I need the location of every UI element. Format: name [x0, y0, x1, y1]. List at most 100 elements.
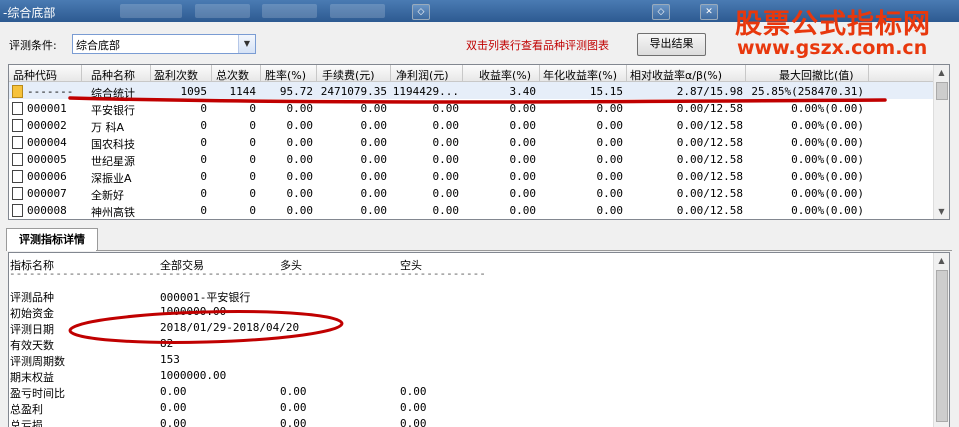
condition-select-value: 综合底部: [76, 39, 120, 52]
row-checkbox[interactable]: [12, 187, 23, 200]
watermark-url: www.gszx.com.cn: [737, 37, 928, 59]
cell-fee: 2471079.35: [320, 85, 387, 98]
column-header[interactable]: 收益率(%): [479, 67, 531, 83]
row-checkbox[interactable]: [12, 153, 23, 166]
table-row[interactable]: 000002 万 科A 0 0 0.00 0.00 0.00 0.00 0.00 0.00/12.…: [9, 116, 934, 134]
cell-total: 0: [249, 136, 256, 149]
cell-profit-count: 0: [200, 204, 207, 217]
cell-code: -------: [27, 85, 74, 98]
cell-alpha-beta: 2.87/15.98: [676, 85, 743, 98]
row-checkbox[interactable]: [12, 119, 23, 132]
cell-win-rate: 0.00: [286, 187, 314, 200]
cell-code: 000006: [27, 170, 67, 183]
tab-metric-details[interactable]: 评测指标详情: [6, 228, 98, 251]
summary-row[interactable]: ------- 综合统计 1095 1144 95.72 2471079.35 …: [9, 82, 934, 100]
title-bar-tab[interactable]: [195, 4, 250, 18]
title-bar-tab[interactable]: [330, 4, 385, 18]
cell-code: 000007: [27, 187, 67, 200]
table-scrollbar[interactable]: ▲ ▼: [933, 65, 949, 219]
cell-return: 0.00: [509, 204, 537, 217]
cell-fee: 0.00: [360, 153, 388, 166]
cell-alpha-beta: 0.00/12.58: [676, 136, 743, 149]
cell-net-profit: 0.00: [432, 187, 460, 200]
cell-return: 3.40: [509, 85, 537, 98]
detail-value-long: 0.00: [280, 385, 307, 398]
detail-label: 总盈利: [10, 403, 43, 416]
row-checkbox[interactable]: [12, 102, 23, 115]
detail-value-all: 0.00: [160, 385, 187, 398]
table-row[interactable]: 000008 神州高铁 0 0 0.00 0.00 0.00 0.00 0.00 0.00/12.…: [9, 201, 934, 219]
cell-profit-count: 0: [200, 102, 207, 115]
cell-annual-return: 0.00: [596, 119, 624, 132]
cell-net-profit: 0.00: [432, 170, 460, 183]
detail-value-all: 153: [160, 353, 180, 366]
cell-net-profit: 0.00: [432, 204, 460, 217]
export-button[interactable]: 导出结果: [637, 33, 706, 56]
window-title: -综合底部: [3, 6, 56, 20]
cell-max-drawdown: 0.00%(0.00): [791, 187, 864, 200]
detail-label: 有效天数: [10, 339, 54, 352]
cell-return: 0.00: [509, 153, 537, 166]
cell-code: 000001: [27, 102, 67, 115]
title-bar-icon[interactable]: ◇: [652, 4, 670, 20]
column-header[interactable]: 盈利次数: [154, 67, 198, 83]
cell-annual-return: 0.00: [596, 102, 624, 115]
scroll-down-icon[interactable]: ▼: [934, 204, 949, 219]
detail-scrollbar[interactable]: ▲: [933, 253, 949, 427]
row-checkbox[interactable]: [12, 170, 23, 183]
detail-value-all: 2018/01/29-2018/04/20: [160, 321, 300, 334]
cell-profit-count: 0: [200, 170, 207, 183]
column-header[interactable]: 净利润(元): [396, 67, 449, 83]
cell-code: 000008: [27, 204, 67, 217]
cell-annual-return: 15.15: [589, 85, 623, 98]
scroll-up-icon[interactable]: ▲: [934, 253, 949, 268]
cell-annual-return: 0.00: [596, 136, 624, 149]
cell-alpha-beta: 0.00/12.58: [676, 119, 743, 132]
cell-return: 0.00: [509, 136, 537, 149]
cell-total: 0: [249, 187, 256, 200]
cell-fee: 0.00: [360, 170, 388, 183]
row-checkbox[interactable]: [12, 136, 23, 149]
cell-annual-return: 0.00: [596, 153, 624, 166]
cell-return: 0.00: [509, 102, 537, 115]
table-row[interactable]: 000004 国农科技 0 0 0.00 0.00 0.00 0.00 0.00 0.00/12.…: [9, 133, 934, 151]
chevron-down-icon[interactable]: ▼: [238, 35, 255, 53]
results-table: 品种代码 品种名称 盈利次数 总次数 胜率(%) 手续费(元) 净利润(元) 收…: [8, 64, 950, 220]
cell-net-profit: 0.00: [432, 153, 460, 166]
scroll-up-icon[interactable]: ▲: [934, 65, 949, 80]
table-row[interactable]: 000006 深振业A 0 0 0.00 0.00 0.00 0.00 0.00 0.00/12.…: [9, 167, 934, 185]
cell-win-rate: 0.00: [286, 170, 314, 183]
cell-win-rate: 95.72: [279, 85, 313, 98]
cell-alpha-beta: 0.00/12.58: [676, 153, 743, 166]
column-header[interactable]: 最大回撤比(值): [779, 67, 854, 83]
title-bar-icon[interactable]: ◇: [412, 4, 430, 20]
cell-profit-count: 0: [200, 153, 207, 166]
title-bar-tab[interactable]: [120, 4, 182, 18]
row-checkbox[interactable]: [12, 204, 23, 217]
column-header[interactable]: 相对收益率α/β(%): [630, 67, 722, 83]
scroll-thumb[interactable]: [936, 82, 948, 100]
cell-code: 000005: [27, 153, 67, 166]
cell-win-rate: 0.00: [286, 153, 314, 166]
column-header[interactable]: 总次数: [216, 67, 249, 83]
cell-annual-return: 0.00: [596, 187, 624, 200]
hint-text: 双击列表行查看品种评测图表: [466, 39, 609, 52]
condition-select[interactable]: 综合底部 ▼: [72, 34, 256, 54]
column-header[interactable]: 胜率(%): [265, 67, 306, 83]
cell-fee: 0.00: [360, 119, 388, 132]
cell-win-rate: 0.00: [286, 102, 314, 115]
title-bar-tab[interactable]: [262, 4, 317, 18]
table-row[interactable]: 000005 世纪星源 0 0 0.00 0.00 0.00 0.00 0.00 0.00/12.…: [9, 150, 934, 168]
column-header[interactable]: 品种名称: [91, 67, 135, 83]
column-header[interactable]: 手续费(元): [322, 67, 375, 83]
table-row[interactable]: 000007 全新好 0 0 0.00 0.00 0.00 0.00 0.00 0.00/12.5…: [9, 184, 934, 202]
detail-value-long: 0.00: [280, 401, 307, 414]
title-bar-icon[interactable]: ✕: [700, 4, 718, 20]
cell-profit-count: 1095: [180, 85, 208, 98]
column-header[interactable]: 品种代码: [13, 67, 57, 83]
table-row[interactable]: 000001 平安银行 0 0 0.00 0.00 0.00 0.00 0.00 0.00/12.…: [9, 99, 934, 117]
scroll-thumb[interactable]: [936, 270, 948, 422]
detail-value-all: 82: [160, 337, 174, 350]
detail-label: 评测日期: [10, 323, 54, 336]
column-header[interactable]: 年化收益率(%): [543, 67, 617, 83]
